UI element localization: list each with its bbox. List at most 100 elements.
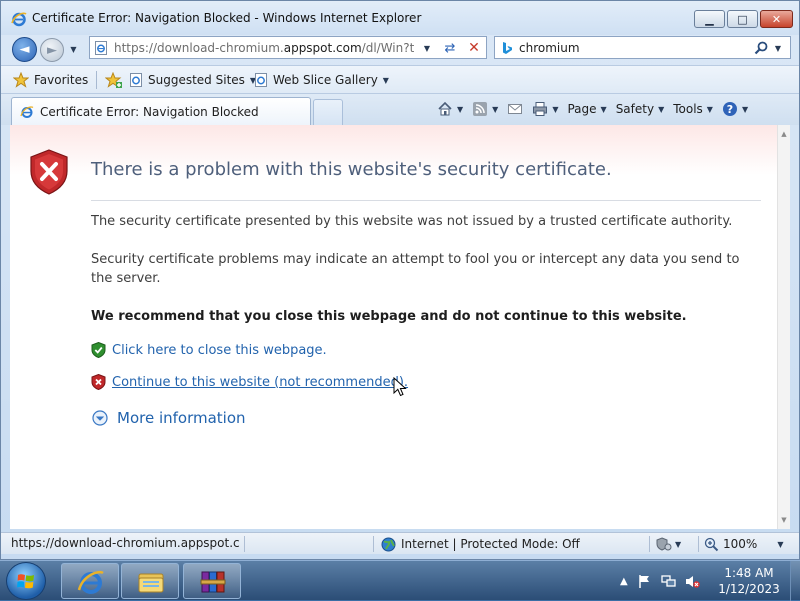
printer-icon	[533, 102, 548, 116]
add-to-favorites-icon[interactable]	[105, 72, 123, 90]
continue-to-website-label[interactable]: Continue to this website (not recommende…	[112, 375, 408, 390]
recent-pages-dropdown[interactable]: ▼	[68, 44, 79, 54]
taskbar-internet-explorer[interactable]	[61, 563, 119, 599]
safety-menu[interactable]: Safety ▼	[616, 102, 665, 116]
more-information-toggle[interactable]: More information	[92, 408, 246, 428]
suggested-sites-link[interactable]: Suggested Sites ▼	[129, 69, 256, 91]
tab-label: Certificate Error: Navigation Blocked	[40, 105, 259, 119]
favorites-star-icon	[13, 72, 29, 88]
volume-muted-icon[interactable]	[685, 574, 700, 589]
safety-menu-label: Safety	[615, 102, 655, 116]
refresh-icon[interactable]: ⇄	[440, 39, 460, 57]
address-url[interactable]: https://download-chromium.appspot.com/dl…	[114, 41, 414, 55]
status-divider	[698, 536, 699, 552]
home-button[interactable]: ▼	[437, 101, 463, 117]
mouse-pointer-icon	[393, 377, 407, 397]
chevron-down-icon: ▼	[457, 104, 464, 114]
search-dropdown-icon[interactable]: ▼	[771, 40, 785, 56]
command-bar: ▼ ▼ ▼ Page ▼ Safety ▼ Tools ▼ ? ▼	[437, 97, 757, 121]
search-box[interactable]: chromium ▼	[494, 36, 791, 59]
url-domain: appspot.com	[283, 41, 362, 55]
taskbar-clock[interactable]: 1:48 AM 1/12/2023	[712, 565, 786, 597]
page-icon	[255, 73, 267, 87]
help-menu[interactable]: ? ▼	[722, 101, 748, 117]
read-mail-button[interactable]	[507, 101, 523, 117]
globe-icon	[381, 537, 396, 551]
svg-text:?: ?	[727, 103, 733, 116]
action-center-flag-icon[interactable]	[637, 574, 652, 589]
status-url: https://download-chromium.appspot.con	[11, 536, 239, 550]
ie-page-icon	[20, 106, 34, 118]
web-slice-gallery-link[interactable]: Web Slice Gallery ▼	[254, 69, 389, 91]
close-webpage-link[interactable]: Click here to close this webpage.	[91, 341, 327, 359]
show-desktop-button[interactable]	[790, 561, 800, 601]
page-menu-label: Page	[567, 102, 597, 116]
vertical-scrollbar[interactable]: ▲ ▼	[777, 125, 790, 529]
maximize-button[interactable]: □	[727, 10, 758, 28]
scroll-up-icon[interactable]: ▲	[778, 127, 790, 141]
web-slice-gallery-label: Web Slice Gallery	[273, 73, 378, 87]
address-bar[interactable]: https://download-chromium.appspot.com/dl…	[89, 36, 487, 59]
forward-arrow-icon: ►	[47, 42, 57, 58]
favorites-label: Favorites	[34, 73, 89, 87]
scroll-down-icon[interactable]: ▼	[778, 513, 790, 527]
folder-icon	[138, 573, 164, 593]
window-title: Certificate Error: Navigation Blocked - …	[32, 11, 422, 25]
clock-time: 1:48 AM	[724, 566, 774, 580]
minimize-icon: ▁	[705, 12, 714, 26]
more-information-label[interactable]: More information	[117, 409, 246, 427]
close-icon: ✕	[771, 12, 782, 26]
tab-certificate-error[interactable]: Certificate Error: Navigation Blocked	[11, 97, 311, 125]
ie-logo-icon	[11, 12, 27, 27]
search-query[interactable]: chromium	[519, 41, 580, 55]
protected-mode-button[interactable]: ▼	[656, 536, 681, 552]
start-button[interactable]	[6, 562, 46, 600]
back-button[interactable]: ◄	[12, 37, 37, 62]
favorites-button[interactable]: Favorites	[13, 69, 88, 91]
chevron-down-icon: ▼	[675, 539, 682, 549]
status-bar: https://download-chromium.appspot.con In…	[1, 532, 799, 554]
page-menu[interactable]: Page ▼	[567, 102, 606, 116]
shield-settings-icon	[656, 537, 672, 551]
close-button[interactable]: ✕	[760, 10, 793, 28]
error-shield-icon	[30, 149, 68, 195]
maximize-icon: □	[737, 12, 748, 26]
chevron-down-icon: ▼	[706, 104, 713, 114]
minimize-button[interactable]: ▁	[694, 10, 725, 28]
green-shield-icon	[91, 342, 106, 358]
network-icon[interactable]	[661, 574, 676, 589]
security-zone[interactable]: Internet | Protected Mode: Off	[381, 535, 580, 553]
show-hidden-icons-button[interactable]: ▲	[620, 576, 628, 587]
clock-date: 1/12/2023	[718, 582, 780, 596]
print-button[interactable]: ▼	[532, 101, 558, 117]
close-webpage-label[interactable]: Click here to close this webpage.	[112, 343, 327, 358]
new-tab-button[interactable]	[313, 99, 343, 125]
page-icon	[130, 73, 142, 87]
title-divider	[91, 200, 761, 201]
zoom-button[interactable]: 100% ▼	[704, 535, 783, 553]
address-dropdown-icon[interactable]: ▼	[420, 40, 434, 56]
tools-menu[interactable]: Tools ▼	[673, 102, 713, 116]
winrar-books-icon	[200, 571, 226, 593]
home-icon	[438, 101, 452, 116]
page-content: There is a problem with this website's s…	[10, 125, 777, 529]
expand-circle-icon	[92, 410, 108, 426]
forward-button[interactable]: ►	[40, 38, 64, 62]
taskbar: ▲ 1:48 AM 1/12/2023	[0, 560, 800, 601]
chevron-down-icon: ▼	[600, 104, 607, 114]
continue-to-website-link[interactable]: Continue to this website (not recommende…	[91, 373, 408, 391]
url-suffix: /dl/Win?type=	[361, 41, 414, 55]
certificate-explanation: The security certificate presented by th…	[91, 214, 733, 229]
chevron-down-icon: ▼	[777, 539, 784, 549]
navigation-bar: ◄ ► ▼ https://download-chromium.appspot.…	[1, 35, 799, 62]
taskbar-windows-explorer[interactable]	[121, 563, 179, 599]
taskbar-winrar[interactable]	[183, 563, 241, 599]
chevron-down-icon: ▼	[492, 104, 499, 114]
system-tray: ▲	[620, 571, 700, 591]
zoom-icon	[704, 537, 719, 551]
bing-icon	[503, 42, 512, 54]
search-icon[interactable]	[753, 40, 769, 56]
stop-icon[interactable]: ✕	[464, 39, 484, 57]
feeds-button[interactable]: ▼	[472, 101, 498, 117]
tools-menu-label: Tools	[673, 102, 703, 116]
